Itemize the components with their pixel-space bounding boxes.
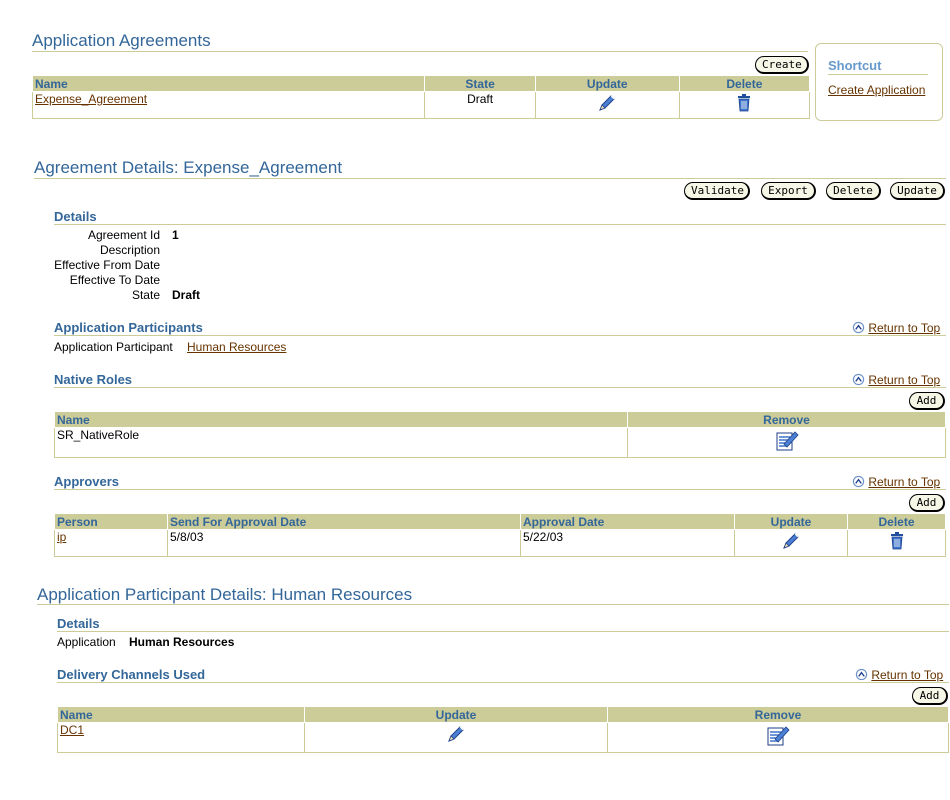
agreement-details-rule bbox=[34, 178, 946, 179]
column-header-name: Name bbox=[54, 411, 628, 428]
column-header-update: Update bbox=[734, 513, 848, 530]
delivery-channels-rule bbox=[57, 682, 949, 683]
pencil-icon[interactable] bbox=[445, 723, 467, 745]
export-button[interactable]: Export bbox=[761, 182, 816, 200]
return-to-top-icon bbox=[855, 668, 868, 681]
column-header-remove: Remove bbox=[627, 411, 946, 428]
participant-details-heading: Details bbox=[57, 616, 100, 631]
remove-icon[interactable] bbox=[774, 428, 800, 454]
native-roles-table: Name Remove SR_NativeRole bbox=[54, 411, 946, 458]
return-to-top-participants[interactable]: Return to Top bbox=[852, 321, 940, 335]
app-agreements-table: Name State Update Delete Expense_Agreeme… bbox=[31, 75, 811, 119]
column-header-remove: Remove bbox=[607, 706, 949, 723]
app-agreements-rule bbox=[32, 51, 808, 52]
approver-person-link[interactable]: ip bbox=[57, 530, 66, 544]
column-header-delete: Delete bbox=[678, 75, 811, 92]
send-for-approval-date: 5/8/03 bbox=[167, 529, 521, 557]
details-heading: Details bbox=[54, 209, 97, 224]
return-to-top-icon bbox=[852, 475, 865, 488]
app-agreements-title: Application Agreements bbox=[32, 31, 211, 50]
column-header-approval-date: Approval Date bbox=[520, 513, 735, 530]
pencil-icon[interactable] bbox=[780, 530, 802, 552]
delivery-channels-heading: Delivery Channels Used bbox=[57, 667, 206, 682]
table-row: SR_NativeRole bbox=[54, 427, 946, 458]
delivery-channel-link[interactable]: DC1 bbox=[60, 723, 84, 737]
table-row: DC1 bbox=[57, 722, 949, 753]
native-role-name: SR_NativeRole bbox=[54, 427, 628, 458]
return-to-top-link[interactable]: Return to Top bbox=[868, 373, 940, 387]
agreement-name-link[interactable]: Expense_Agreement bbox=[35, 92, 147, 106]
add-native-role-button[interactable]: Add bbox=[909, 392, 945, 410]
participants-rule bbox=[54, 335, 946, 336]
agreement-id-value: 1 bbox=[172, 228, 179, 242]
trash-icon[interactable] bbox=[733, 92, 755, 114]
state-value: Draft bbox=[172, 288, 201, 302]
pencil-icon[interactable] bbox=[596, 92, 618, 114]
approvers-heading: Approvers bbox=[54, 474, 120, 489]
add-approver-button[interactable]: Add bbox=[909, 494, 945, 512]
return-to-top-native-roles[interactable]: Return to Top bbox=[852, 373, 940, 387]
return-to-top-link[interactable]: Return to Top bbox=[868, 475, 940, 489]
remove-icon[interactable] bbox=[765, 723, 791, 749]
agreement-state: Draft bbox=[424, 91, 536, 119]
table-row: ip 5/8/03 5/22/03 bbox=[54, 529, 946, 557]
trash-icon[interactable] bbox=[886, 530, 908, 552]
create-application-link[interactable]: Create Application bbox=[828, 83, 925, 97]
update-button[interactable]: Update bbox=[890, 182, 945, 200]
approvers-rule bbox=[54, 489, 946, 490]
return-to-top-approvers[interactable]: Return to Top bbox=[852, 475, 940, 489]
column-header-name: Name bbox=[31, 75, 426, 92]
shortcut-box: Shortcut Create Application bbox=[815, 43, 943, 121]
native-roles-rule bbox=[54, 387, 946, 388]
column-header-delete: Delete bbox=[847, 513, 946, 530]
validate-button[interactable]: Validate bbox=[684, 182, 750, 200]
participant-details-title: Application Participant Details: Human R… bbox=[37, 585, 413, 604]
agreement-details-title: Agreement Details: Expense_Agreement bbox=[34, 158, 343, 177]
effective-to-label: Effective To Date bbox=[69, 273, 160, 287]
delete-button[interactable]: Delete bbox=[826, 182, 881, 200]
approvers-table: Person Send For Approval Date Approval D… bbox=[54, 513, 946, 557]
approval-date: 5/22/03 bbox=[520, 529, 735, 557]
column-header-name: Name bbox=[57, 706, 305, 723]
table-row: Expense_Agreement Draft bbox=[31, 91, 811, 119]
application-label: Application bbox=[57, 635, 116, 649]
details-rule bbox=[54, 224, 946, 225]
application-value: Human Resources bbox=[129, 635, 235, 649]
delivery-channels-table: Name Update Remove DC1 bbox=[57, 706, 949, 753]
participants-heading: Application Participants bbox=[54, 320, 203, 335]
add-delivery-channel-button[interactable]: Add bbox=[912, 687, 948, 705]
shortcut-title: Shortcut bbox=[828, 58, 882, 73]
state-label: State bbox=[131, 288, 160, 302]
return-to-top-link[interactable]: Return to Top bbox=[871, 668, 943, 682]
native-roles-heading: Native Roles bbox=[54, 372, 133, 387]
participant-details-subrule bbox=[57, 631, 949, 632]
column-header-person: Person bbox=[54, 513, 168, 530]
shortcut-rule bbox=[828, 74, 928, 75]
create-button[interactable]: Create bbox=[755, 56, 809, 74]
agreement-id-label: Agreement Id bbox=[87, 228, 160, 242]
return-to-top-icon bbox=[852, 321, 865, 334]
return-to-top-link[interactable]: Return to Top bbox=[868, 321, 940, 335]
column-header-state: State bbox=[424, 75, 536, 92]
participant-label: Application Participant bbox=[54, 340, 173, 354]
effective-from-label: Effective From Date bbox=[54, 258, 160, 272]
return-to-top-delivery[interactable]: Return to Top bbox=[855, 668, 943, 682]
column-header-update: Update bbox=[534, 75, 680, 92]
column-header-send-date: Send For Approval Date bbox=[167, 513, 521, 530]
column-header-update: Update bbox=[304, 706, 608, 723]
participant-details-rule bbox=[37, 604, 949, 605]
participant-link[interactable]: Human Resources bbox=[187, 340, 286, 354]
description-label: Description bbox=[99, 243, 160, 257]
return-to-top-icon bbox=[852, 373, 865, 386]
